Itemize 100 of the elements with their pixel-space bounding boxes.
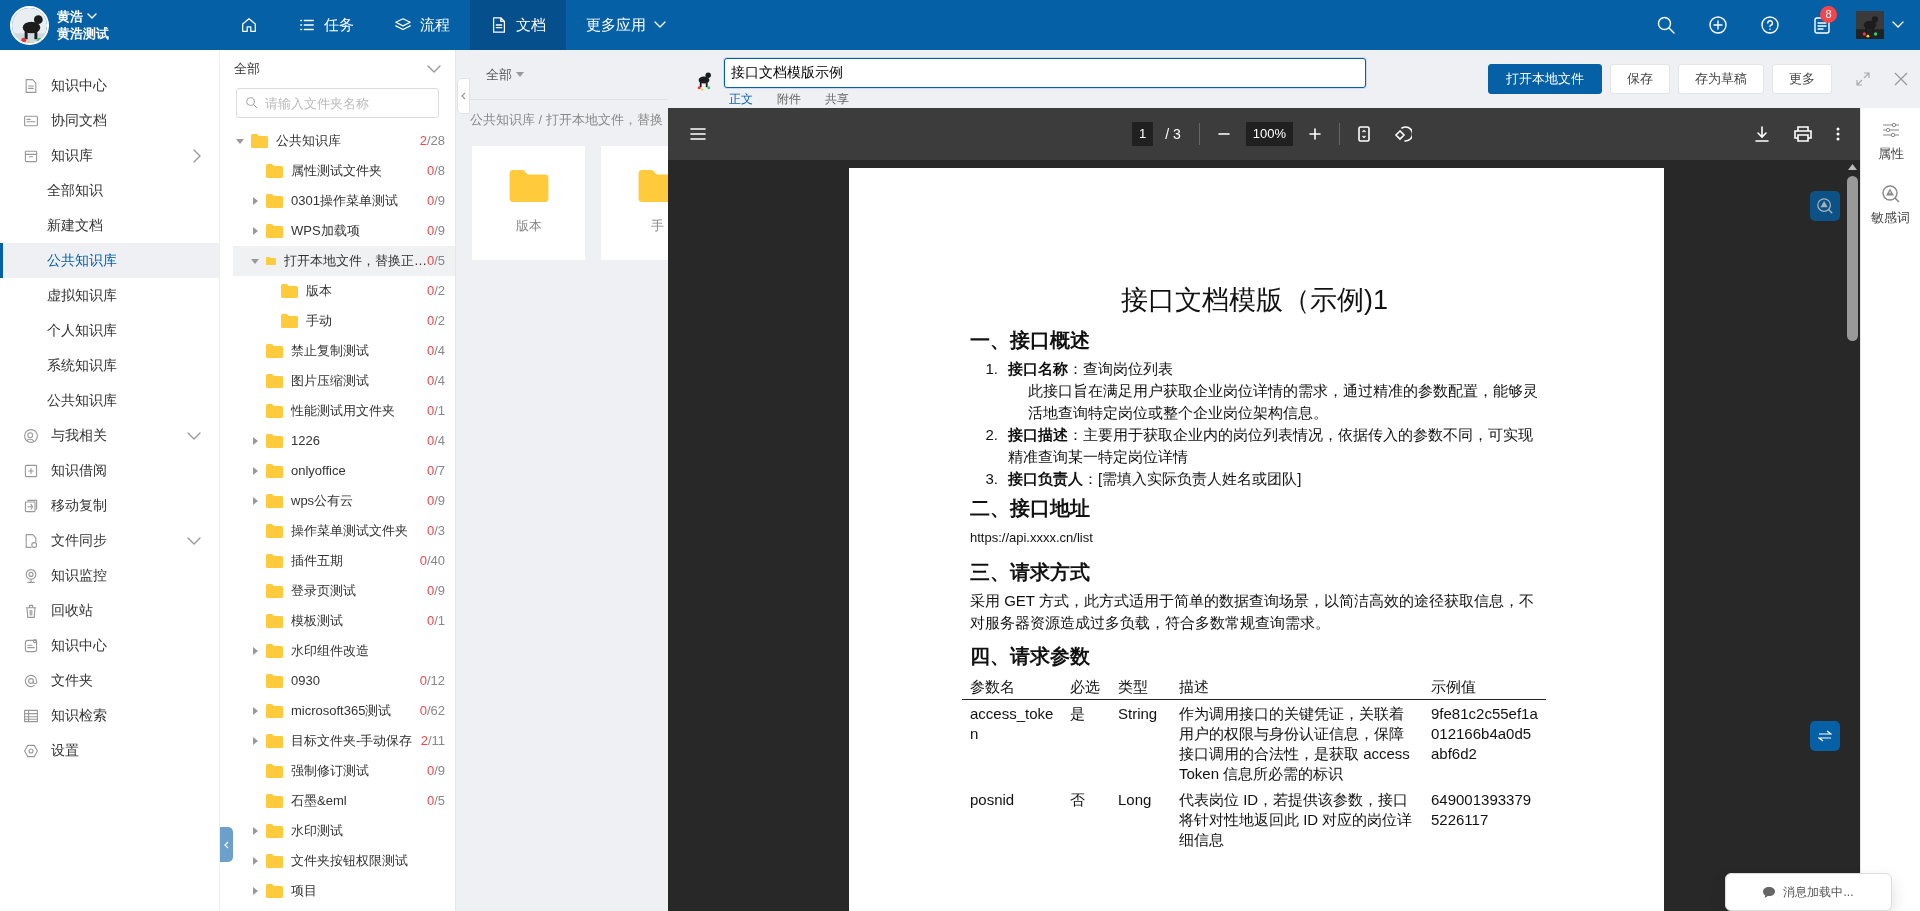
folder-icon (266, 734, 283, 748)
side-panel-tab[interactable]: 敏感词 (1871, 183, 1910, 227)
sidebar-item[interactable]: 公共知识库 (0, 383, 219, 418)
sidebar-item[interactable]: 设置 (0, 733, 219, 768)
tree-item[interactable]: 文件夹按钮权限测试 (233, 846, 455, 876)
page-number-field[interactable]: 1 (1132, 122, 1154, 146)
sidebar-item[interactable]: 与我相关 (0, 418, 219, 453)
more-icon[interactable] (1836, 127, 1840, 141)
sidebar-item[interactable]: 知识借阅 (0, 453, 219, 488)
tree-item[interactable]: 操作菜单测试文件夹 0/3 (233, 516, 455, 546)
sidebar-item[interactable]: 知识中心 (0, 68, 219, 103)
switch-button[interactable] (1810, 721, 1840, 751)
tree-item[interactable]: 强制修订测试 0/9 (233, 756, 455, 786)
section-heading: 一、接口概述 (970, 328, 1091, 353)
sidebar-item[interactable]: 知识中心 (0, 628, 219, 663)
folder-card[interactable]: 手 (601, 145, 668, 260)
primary-button[interactable]: 打开本地文件 (1488, 64, 1602, 94)
sidebar-item[interactable]: 新建文档 (0, 208, 219, 243)
nav-tab[interactable]: 流程 (374, 0, 470, 50)
tree-item[interactable]: 属性测试文件夹 0/8 (233, 156, 455, 186)
toolbar-button[interactable]: 存为草稿 (1678, 64, 1764, 94)
sidebar-item[interactable]: 知识监控 (0, 558, 219, 593)
tree-item[interactable]: 性能测试用文件夹 0/1 (233, 396, 455, 426)
chevron-down-icon[interactable] (427, 65, 441, 73)
download-icon[interactable] (1754, 126, 1770, 142)
folder-icon (266, 404, 283, 418)
sidebar-item[interactable]: 文件同步 (0, 523, 219, 558)
notification-count: 8 (1820, 6, 1837, 23)
folder-icon (266, 824, 283, 838)
tree-item[interactable]: 项目 (233, 876, 455, 906)
zoom-field[interactable]: 100% (1245, 122, 1294, 146)
sidebar-item[interactable]: 文件夹 (0, 663, 219, 698)
tree-item[interactable]: 模板测试 0/1 (233, 606, 455, 636)
tree-item[interactable]: 0301操作菜单测试 0/9 (233, 186, 455, 216)
title-field[interactable]: 接口文档模版示例 (724, 58, 1366, 88)
tree-item[interactable]: 登录页测试 0/9 (233, 576, 455, 606)
toolbar-button[interactable]: 保存 (1610, 64, 1670, 94)
tree-item[interactable]: 水印测试 (233, 816, 455, 846)
scroll-up-icon[interactable] (1848, 164, 1857, 170)
folder-card[interactable]: 版本 (472, 145, 585, 260)
sensitive-word-button[interactable] (1810, 191, 1840, 221)
folder-icon (266, 344, 283, 358)
sidebar-item[interactable]: 知识库 (0, 138, 219, 173)
loading-toast: 消息加载中... (1725, 873, 1892, 911)
sidebar-item[interactable]: 系统知识库 (0, 348, 219, 383)
search-icon[interactable] (1656, 15, 1676, 35)
url-text: https://api.xxxx.cn/list (970, 529, 1094, 547)
zoom-in-icon[interactable] (1309, 128, 1322, 140)
nav-tab[interactable]: 文档 (470, 0, 566, 50)
search-field[interactable]: 请输入文件夹名称 (236, 88, 439, 118)
filter-dropdown[interactable]: 全部 (486, 64, 512, 85)
file-count: 0/9 (426, 192, 445, 211)
side-panel-tab[interactable]: 属性 (1877, 120, 1904, 164)
tree-item[interactable]: 手动 0/2 (233, 306, 455, 336)
file-count: 0/5 (426, 252, 445, 271)
sidebar-item[interactable]: 移动复制 (0, 488, 219, 523)
tree-item[interactable]: 0930 0/12 (233, 666, 455, 696)
file-count: 0/5 (426, 792, 445, 811)
rotate-icon[interactable] (1394, 125, 1413, 143)
print-icon[interactable] (1794, 126, 1812, 142)
sidebar-item[interactable]: 回收站 (0, 593, 219, 628)
document-tab[interactable]: 共享 (825, 89, 849, 112)
fit-page-icon[interactable] (1358, 126, 1371, 142)
tree-item[interactable]: 禁止复制测试 0/4 (233, 336, 455, 366)
folder-icon (266, 434, 283, 448)
nav-tab[interactable]: 更多应用 (566, 0, 686, 50)
sidebar-item[interactable]: 个人知识库 (0, 313, 219, 348)
tree-item[interactable]: WPS加载项 0/9 (233, 216, 455, 246)
add-icon[interactable] (1708, 15, 1728, 35)
tree-item[interactable]: 打开本地文件，替换正…0/5 (233, 246, 455, 276)
folder-icon (266, 614, 283, 628)
file-count: 0/8 (426, 162, 445, 181)
tree-item[interactable]: 版本 0/2 (233, 276, 455, 306)
sidebar-item[interactable]: 虚拟知识库 (0, 278, 219, 313)
sidebar-item[interactable]: 全部知识 (0, 173, 219, 208)
collapse-handle[interactable] (457, 78, 470, 114)
table-cell: access_token (962, 699, 1062, 786)
tree-item[interactable]: 石墨&eml 0/5 (233, 786, 455, 816)
user-name[interactable]: 黄浩 (57, 8, 83, 25)
nav-tab[interactable]: 任务 (278, 0, 374, 50)
document-tab[interactable]: 附件 (777, 89, 801, 112)
tree-item[interactable]: 目标文件夹-手动保存 2/11 (233, 726, 455, 756)
tree-item[interactable]: onlyoffice 0/7 (233, 456, 455, 486)
tree-item[interactable]: microsoft365测试 0/62 (233, 696, 455, 726)
menu-icon[interactable] (690, 128, 706, 140)
toolbar-button[interactable]: 更多 (1772, 64, 1832, 94)
tree-item[interactable]: 插件五期 0/40 (233, 546, 455, 576)
sidebar-item[interactable]: 公共知识库 (0, 243, 219, 278)
file-count: 2/11 (420, 732, 445, 751)
help-icon[interactable] (1760, 15, 1780, 35)
collapse-handle[interactable] (220, 827, 233, 862)
sidebar-item[interactable]: 协同文档 (0, 103, 219, 138)
tree-item[interactable]: 公共知识库 2/28 (233, 126, 455, 156)
sidebar-item[interactable]: 知识检索 (0, 698, 219, 733)
tree-item[interactable]: wps公有云 0/9 (233, 486, 455, 516)
scrollbar-thumb[interactable] (1847, 176, 1858, 341)
tree-item[interactable]: 1226 0/4 (233, 426, 455, 456)
tree-item[interactable]: 图片压缩测试 0/4 (233, 366, 455, 396)
column-header: 必选 (1062, 673, 1110, 699)
tree-item[interactable]: 水印组件改造 (233, 636, 455, 666)
